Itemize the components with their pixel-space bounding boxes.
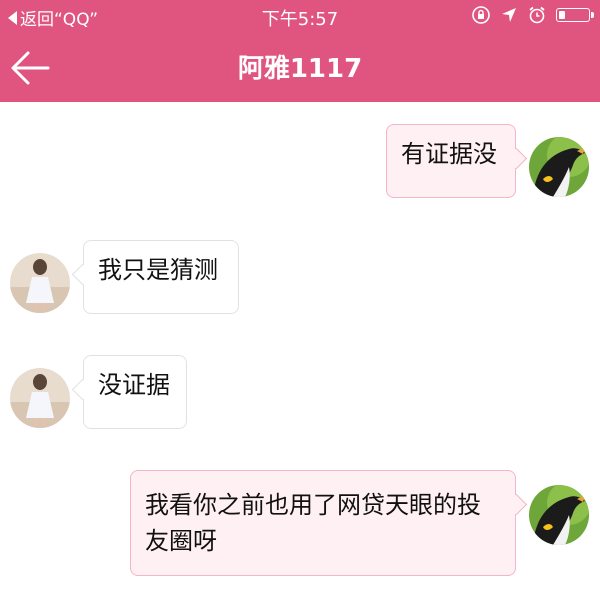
status-bar: 返回“QQ” 下午5:57: [0, 0, 600, 32]
penguin-avatar-icon: [529, 137, 589, 197]
chat-header: 返回“QQ” 下午5:57 阿雅1117: [0, 0, 600, 102]
message-bubble-incoming[interactable]: 没证据: [83, 355, 187, 429]
message-bubble-outgoing[interactable]: 我看你之前也用了网贷天眼的投友圈呀: [130, 470, 516, 576]
message-text: 没证据: [98, 371, 170, 399]
contact-photo-icon: [10, 253, 70, 313]
chat-title: 阿雅1117: [237, 54, 363, 84]
contact-photo-icon: [10, 368, 70, 428]
message-bubble-outgoing[interactable]: 有证据没: [386, 124, 516, 198]
message-text: 我看你之前也用了网贷天眼的投友圈呀: [145, 491, 481, 555]
penguin-avatar-icon: [529, 485, 589, 545]
message-text: 我只是猜测: [98, 256, 218, 284]
alarm-icon: [529, 6, 545, 24]
message-bubble-incoming[interactable]: 我只是猜测: [83, 240, 239, 314]
battery-icon: [556, 8, 594, 22]
location-arrow-icon: [502, 8, 516, 22]
my-avatar[interactable]: [529, 137, 589, 197]
my-avatar[interactable]: [529, 485, 589, 545]
status-icons: [471, 5, 594, 25]
orientation-lock-icon: [472, 6, 490, 24]
message-text: 有证据没: [401, 140, 497, 168]
contact-avatar[interactable]: [10, 368, 70, 428]
contact-avatar[interactable]: [10, 253, 70, 313]
